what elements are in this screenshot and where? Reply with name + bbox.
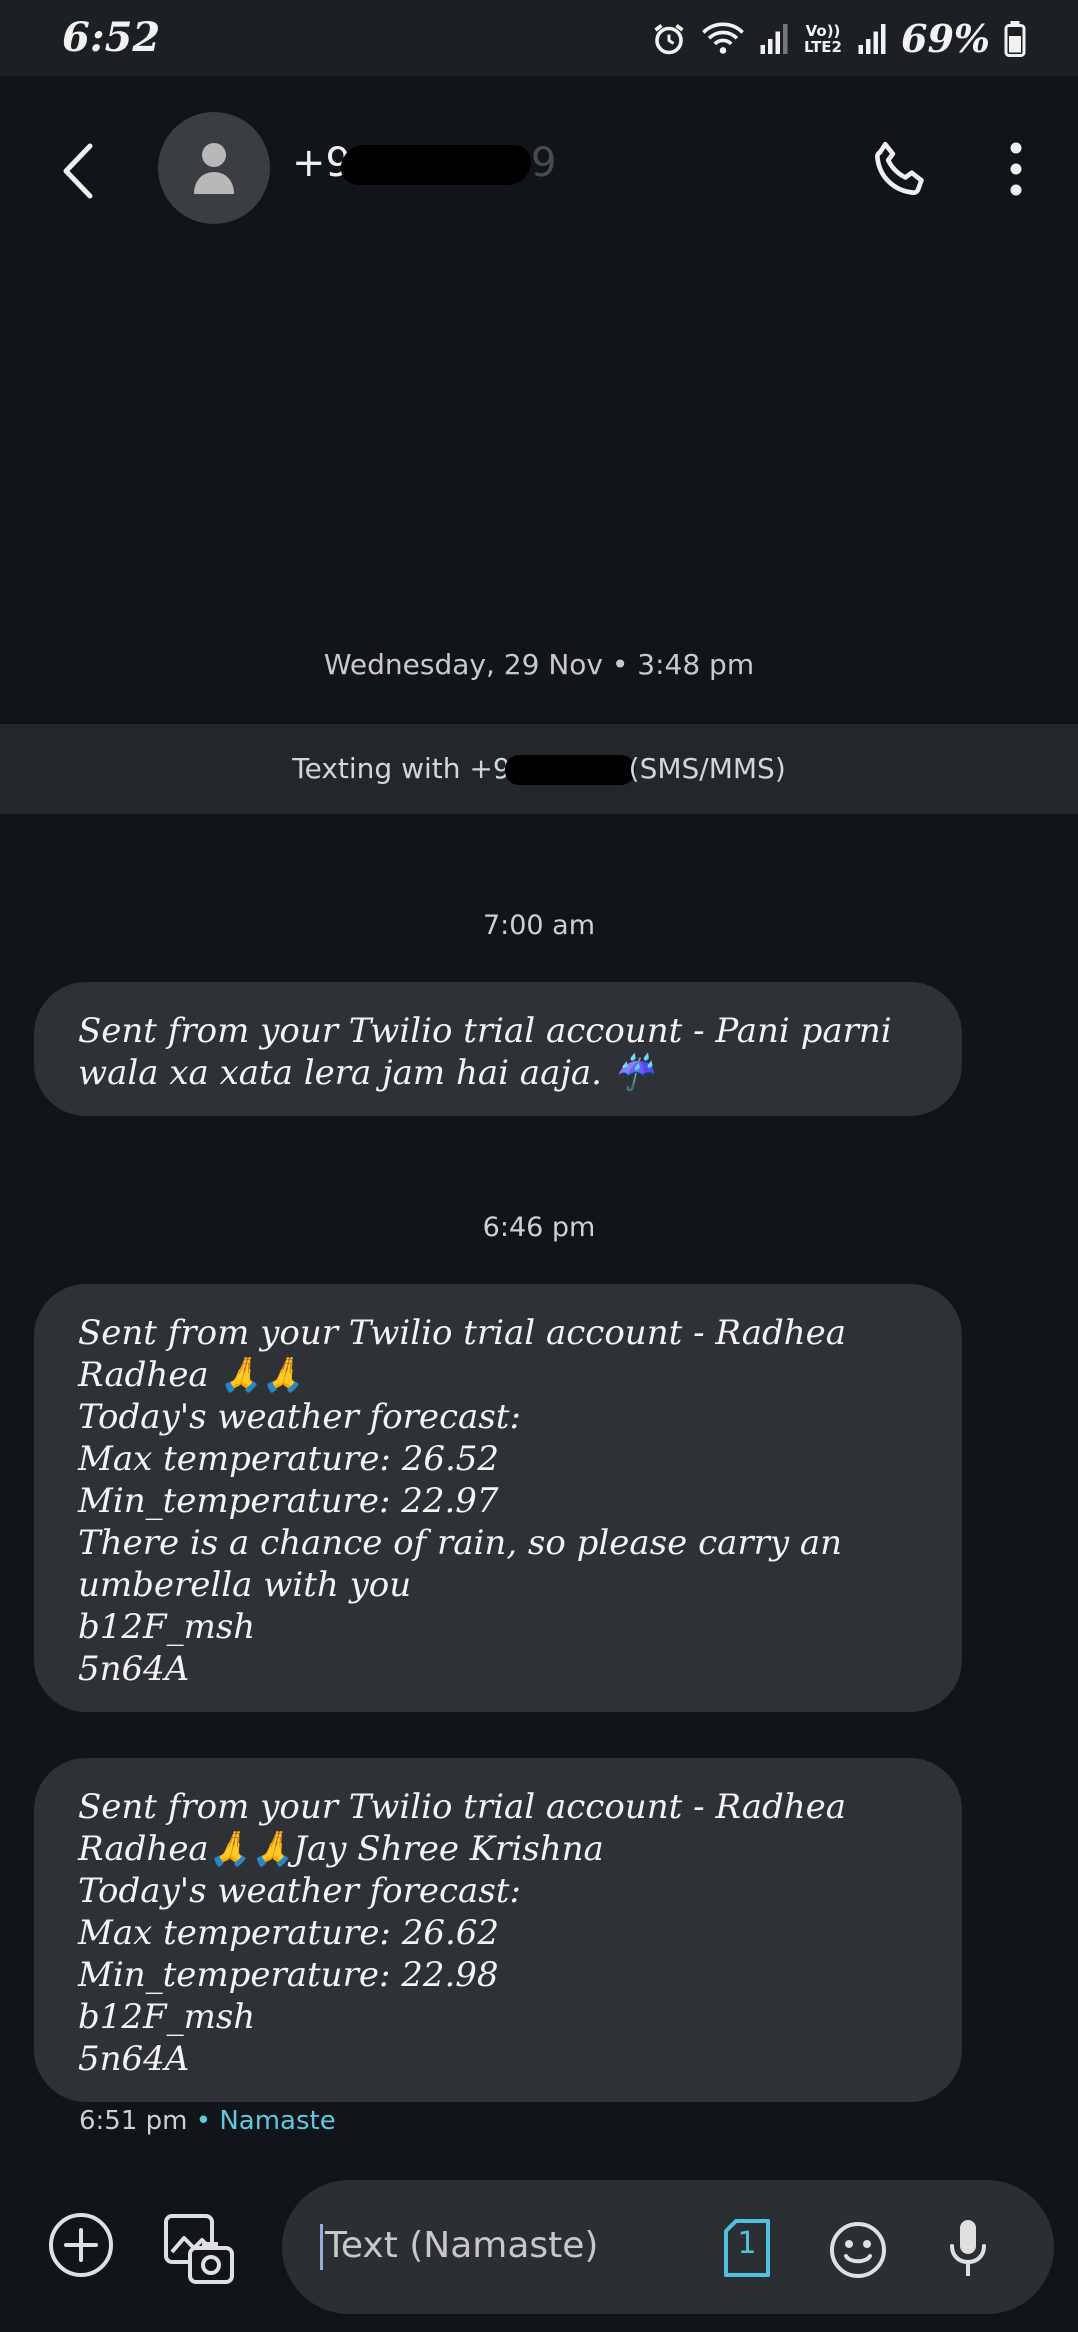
wifi-icon bbox=[701, 21, 745, 57]
contact-avatar[interactable] bbox=[158, 112, 270, 224]
sim-number: 1 bbox=[737, 2226, 757, 2261]
battery-percent: 69% bbox=[901, 16, 990, 61]
alarm-icon bbox=[651, 21, 687, 57]
gallery-camera-button[interactable] bbox=[162, 2212, 236, 2286]
status-icons: Vo)) LTE2 69% bbox=[651, 16, 1026, 61]
contact-name-suffix: 9 bbox=[530, 140, 557, 186]
more-options-button[interactable] bbox=[996, 134, 1036, 204]
redacted-number bbox=[338, 145, 534, 185]
call-button[interactable] bbox=[866, 134, 936, 204]
message-input[interactable]: Text (Namaste) bbox=[320, 2224, 598, 2270]
add-attachment-button[interactable] bbox=[46, 2210, 116, 2280]
voice-input-button[interactable] bbox=[948, 2218, 988, 2280]
message-meta: 6:51 pm • Namaste bbox=[79, 2106, 336, 2136]
more-vert-icon bbox=[1010, 142, 1022, 196]
message-time: 6:46 pm bbox=[482, 1212, 596, 1243]
texting-with-suffix: (SMS/MMS) bbox=[628, 752, 786, 785]
message-bubble[interactable]: Sent from your Twilio trial account - Pa… bbox=[34, 982, 962, 1116]
app-bar: +9 9 bbox=[0, 76, 1078, 256]
microphone-icon bbox=[950, 2220, 986, 2276]
phone-icon bbox=[875, 141, 924, 195]
message-sim-label: • Namaste bbox=[195, 2106, 336, 2136]
status-bar: 6:52 Vo)) LTE2 69% bbox=[0, 0, 1078, 76]
person-icon bbox=[194, 143, 234, 194]
texting-with-banner: Texting with +9 (SMS/MMS) bbox=[0, 724, 1078, 814]
message-bubble[interactable]: Sent from your Twilio trial account - Ra… bbox=[34, 1758, 962, 2102]
message-time: 7:00 am bbox=[482, 910, 596, 941]
contact-name[interactable]: +9 9 bbox=[292, 140, 556, 186]
message-sent-time: 6:51 pm bbox=[79, 2106, 188, 2136]
add-circle-icon bbox=[49, 2213, 113, 2277]
sim-selector-button[interactable]: 1 bbox=[722, 2218, 772, 2278]
gallery-camera-icon bbox=[164, 2214, 234, 2284]
signal-icon-2 bbox=[857, 22, 887, 56]
message-composer[interactable]: Text (Namaste) 1 bbox=[282, 2180, 1054, 2314]
status-time: 6:52 bbox=[62, 14, 161, 61]
lte-label: Vo)) LTE2 bbox=[804, 21, 842, 56]
signal-icon bbox=[759, 22, 789, 56]
battery-icon bbox=[1004, 20, 1026, 57]
redacted-number bbox=[504, 755, 635, 785]
message-bubble[interactable]: Sent from your Twilio trial account - Ra… bbox=[34, 1284, 962, 1712]
conversation-date: Wednesday, 29 Nov • 3:48 pm bbox=[323, 648, 755, 681]
texting-with-prefix: Texting with +9 bbox=[292, 752, 511, 785]
emoji-icon bbox=[830, 2222, 886, 2278]
emoji-button[interactable] bbox=[828, 2220, 888, 2280]
back-button[interactable] bbox=[50, 136, 110, 206]
back-arrow-icon bbox=[63, 143, 93, 199]
